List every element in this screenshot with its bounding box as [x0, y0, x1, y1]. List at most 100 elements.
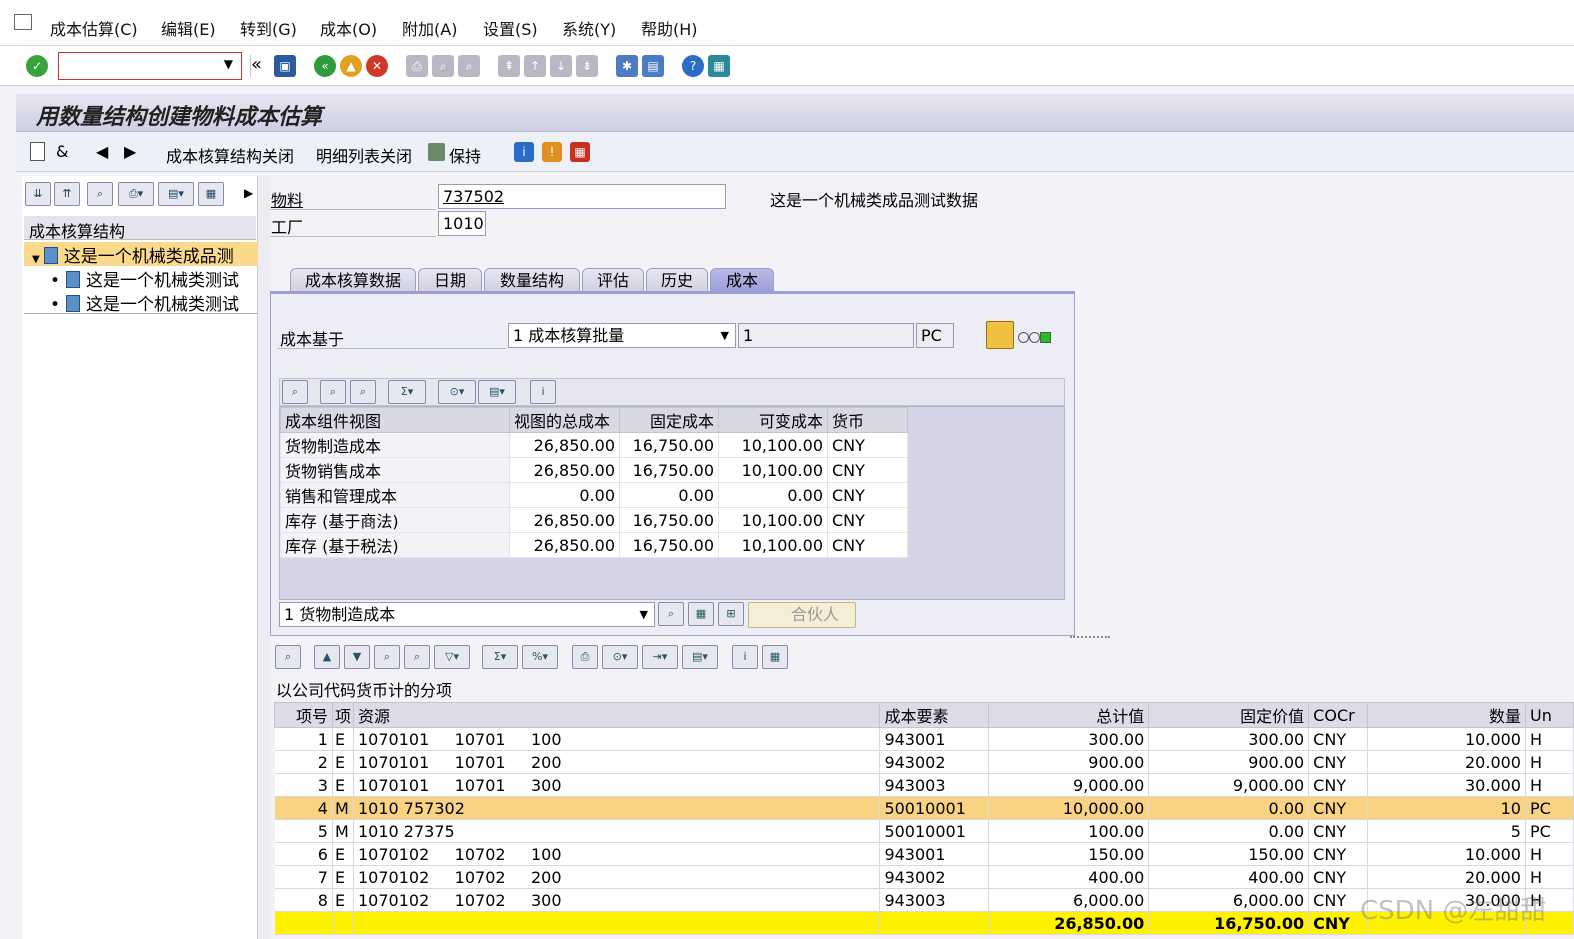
resize-handle[interactable] [1070, 636, 1110, 640]
col-header[interactable]: 项号 [274, 702, 333, 728]
table-row[interactable]: 6 E 1070102 10702 100 943001 150.00 150.00 CNY… [274, 842, 1574, 866]
layout-icon[interactable]: ▤▾ [478, 380, 516, 404]
col-header[interactable]: 总计值 [988, 702, 1150, 728]
col-header[interactable]: 项 [331, 702, 354, 728]
tab-dates[interactable]: 日期 [418, 268, 482, 292]
table-row[interactable]: 4 M 1010 757302 50010001 10,000.00 0.00 CNY 10 P… [274, 796, 1574, 820]
exit-icon[interactable]: ▲ [340, 55, 362, 77]
new-session-icon[interactable]: ✱ [616, 55, 638, 77]
menu-help[interactable]: 帮助(H) [641, 16, 698, 40]
col-header[interactable]: 货币 [827, 407, 908, 433]
menu-goto[interactable]: 转到(G) [240, 16, 297, 40]
find-next-icon[interactable]: ⌕ [458, 55, 480, 77]
previous-page-icon[interactable]: ↑ [524, 55, 546, 77]
tab-costs[interactable]: 成本 [710, 268, 774, 292]
tab-history[interactable]: 历史 [646, 268, 708, 292]
menu-cost-estimate[interactable]: 成本估算(C) [50, 16, 138, 40]
col-header[interactable]: 固定成本 [619, 407, 719, 433]
info-icon[interactable]: i [514, 142, 534, 162]
tab-valuation[interactable]: 评估 [582, 268, 644, 292]
hold-button[interactable]: 保持 [449, 143, 481, 167]
menu-costs[interactable]: 成本(O) [320, 16, 377, 40]
next-icon[interactable]: ▶ [124, 142, 136, 161]
menu-extras[interactable]: 附加(A) [402, 16, 457, 40]
previous-icon[interactable]: ◀ [96, 142, 108, 161]
print-icon[interactable]: ⎙ [572, 645, 598, 669]
cost-view-select[interactable]: 1 货物制造成本 ▼ [279, 602, 655, 627]
subtotal-icon[interactable]: %▾ [522, 645, 558, 669]
first-page-icon[interactable]: ⇞ [498, 55, 520, 77]
cost-component-row[interactable]: 销售和管理成本 0.00 0.00 0.00 CNY [280, 482, 908, 508]
print-icon[interactable]: ⎙▾ [118, 182, 154, 206]
log-icon[interactable]: ! [542, 142, 562, 162]
help-icon[interactable]: ? [682, 55, 704, 77]
col-header[interactable]: COCr [1308, 702, 1369, 728]
col-header[interactable]: 成本组件视图 [280, 407, 510, 433]
menu-settings[interactable]: 设置(S) [483, 16, 538, 40]
cost-base-select[interactable]: 1 成本核算批量 ▼ [508, 323, 736, 348]
find-icon[interactable]: ⌕ [320, 380, 346, 404]
tree-node-child[interactable]: • 这是一个机械类测试 [24, 266, 258, 290]
table-icon[interactable]: ▦ [688, 602, 714, 626]
col-header[interactable]: 可变成本 [718, 407, 828, 433]
calculator-icon[interactable]: ▦ [198, 182, 224, 206]
cost-component-row[interactable]: 货物制造成本 26,850.00 16,750.00 10,100.00 CNY [280, 432, 908, 458]
enter-check-icon[interactable]: ✓ [26, 55, 48, 77]
hierarchy-icon[interactable]: ⊞ [718, 602, 744, 626]
find-icon[interactable]: ⌕ [432, 55, 454, 77]
cost-component-row[interactable]: 货物销售成本 26,850.00 16,750.00 10,100.00 CNY [280, 457, 908, 483]
material-field[interactable]: 737502 [438, 184, 726, 209]
sort-ascending-icon[interactable]: ▲ [314, 645, 340, 669]
collapse-command-icon[interactable]: « [251, 54, 262, 75]
shortcut-icon[interactable]: ▤ [642, 55, 664, 77]
expand-icon[interactable]: ⇊ [25, 182, 51, 206]
find-icon[interactable]: ⌕ [87, 182, 113, 206]
more-icon[interactable]: ▶ [244, 186, 253, 200]
system-menu-icon[interactable] [14, 14, 32, 30]
table-row[interactable]: 1 E 1070101 10701 100 943001 300.00 300.00 CNY… [274, 727, 1574, 751]
details-icon[interactable]: ⌕ [275, 645, 301, 669]
collapse-icon[interactable]: ⇈ [54, 182, 80, 206]
tree-node-root[interactable]: ▼ 这是一个机械类成品测 [24, 242, 258, 266]
views-icon[interactable]: ⊙▾ [602, 645, 638, 669]
col-header[interactable]: 视图的总成本 [509, 407, 620, 433]
sum-icon[interactable]: Σ▾ [482, 645, 518, 669]
find-next-icon[interactable]: ⌕ [404, 645, 430, 669]
layout-icon[interactable]: ▤▾ [682, 645, 718, 669]
details-icon[interactable]: ⌕ [282, 380, 308, 404]
col-header[interactable]: 成本要素 [879, 702, 990, 728]
col-header[interactable]: 数量 [1367, 702, 1526, 728]
layout-menu-icon[interactable]: ▦ [708, 55, 730, 77]
cost-component-row[interactable]: 库存 (基于税法) 26,850.00 16,750.00 10,100.00 CNY [280, 532, 908, 558]
plant-field[interactable]: 1010 [438, 211, 486, 236]
info-icon[interactable]: i [530, 380, 556, 404]
partner-button[interactable]: 合伙人 [748, 602, 856, 628]
close-costing-structure-button[interactable]: 成本核算结构关闭 [166, 143, 294, 167]
next-page-icon[interactable]: ↓ [550, 55, 572, 77]
table-row[interactable]: 5 M 1010 27375 50010001 100.00 0.00 CNY 5 PC [274, 819, 1574, 843]
menu-system[interactable]: 系统(Y) [562, 16, 616, 40]
table-row[interactable]: 2 E 1070101 10701 200 943002 900.00 900.00 CNY… [274, 750, 1574, 774]
sort-descending-icon[interactable]: ▼ [344, 645, 370, 669]
calculator-icon[interactable]: ▦ [762, 645, 788, 669]
find-icon[interactable]: ⌕ [374, 645, 400, 669]
command-field[interactable]: ▼ [58, 52, 242, 80]
export-icon[interactable]: ⇥▾ [642, 645, 678, 669]
tree-node-child[interactable]: • 这是一个机械类测试 [24, 290, 258, 314]
close-itemization-button[interactable]: 明细列表关闭 [316, 143, 412, 167]
table-row[interactable]: 7 E 1070102 10702 200 943002 400.00 400.00 CNY… [274, 865, 1574, 889]
layout-icon[interactable]: ▤▾ [158, 182, 194, 206]
table-row[interactable]: 3 E 1070101 10701 300 943003 9,000.00 9,000.0… [274, 773, 1574, 797]
print-icon[interactable]: ⎙ [406, 55, 428, 77]
create-icon[interactable] [30, 142, 45, 161]
last-page-icon[interactable]: ⇟ [576, 55, 598, 77]
calculator-icon[interactable]: ▦ [570, 142, 590, 162]
display-change-icon[interactable]: & [56, 142, 68, 161]
find-next-icon[interactable]: ⌕ [350, 380, 376, 404]
cancel-icon[interactable]: ✕ [366, 55, 388, 77]
col-header[interactable]: 固定价值 [1148, 702, 1310, 728]
tab-costing-data[interactable]: 成本核算数据 [290, 268, 416, 292]
col-header[interactable]: Un [1524, 702, 1574, 728]
back-icon[interactable]: « [314, 55, 336, 77]
menu-edit[interactable]: 编辑(E) [161, 16, 216, 40]
